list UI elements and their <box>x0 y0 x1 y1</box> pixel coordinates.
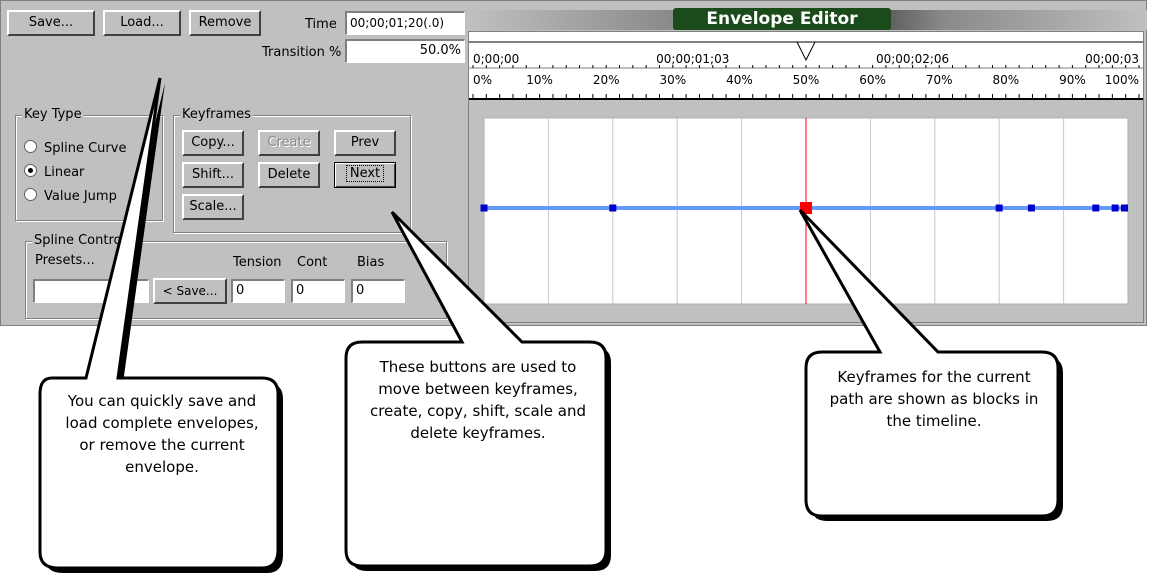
presets-field[interactable] <box>33 279 149 303</box>
percent-tick-label: 10% <box>526 73 553 87</box>
envelope-editor-panel: Envelope Editor Save... Load... Remove T… <box>0 0 1147 326</box>
next-button[interactable]: Next <box>334 162 396 188</box>
percent-tick-label: 60% <box>859 73 886 87</box>
timeline-svg[interactable]: 0;00;00 00;00;01;03 00;00;02;06 00;00;03 0%… <box>469 32 1143 322</box>
radio-value-jump[interactable]: Value Jump <box>24 188 117 204</box>
callout-keyframes-text: Keyframes for the current path are shown… <box>829 368 1039 430</box>
radio-spline-curve[interactable]: Spline Curve <box>24 140 126 156</box>
percent-tick-label: 30% <box>659 73 686 87</box>
shift-button[interactable]: Shift... <box>182 162 244 188</box>
delete-button[interactable]: Delete <box>258 162 320 188</box>
presets-label: Presets... <box>35 253 95 268</box>
radio-linear[interactable]: Linear <box>24 164 84 180</box>
key-type-group: Key Type Spline Curve Linear Value Jump <box>15 107 163 221</box>
time-tick-label: 0;00;00 <box>473 52 519 66</box>
remove-button[interactable]: Remove <box>189 10 261 36</box>
keyframe-block <box>480 204 488 212</box>
keyframe-block <box>1027 204 1035 212</box>
window-title: Envelope Editor <box>673 8 891 30</box>
percent-tick-label: 50% <box>793 73 820 87</box>
selected-keyframe-block <box>800 202 812 214</box>
percent-tick-label: 40% <box>726 73 753 87</box>
tension-label: Tension <box>233 255 282 270</box>
spline-controls-legend: Spline Controls <box>32 233 134 248</box>
keyframe-block <box>1121 204 1128 212</box>
keyframe-block <box>1092 204 1100 212</box>
radio-label: Linear <box>44 165 85 180</box>
callout-save-load-text: You can quickly save and load complete e… <box>65 392 259 476</box>
percent-tick-label: 80% <box>992 73 1019 87</box>
radio-label: Spline Curve <box>44 141 127 156</box>
transition-field[interactable]: 50.0% <box>345 39 465 63</box>
keyframes-group: Keyframes Copy... Create Prev Shift... D… <box>173 107 411 233</box>
bias-label: Bias <box>357 255 385 270</box>
callout-buttons-text: These buttons are used to move between k… <box>369 358 587 442</box>
next-button-label: Next <box>345 165 385 182</box>
cont-label: Cont <box>297 255 328 270</box>
percent-tick-label: 0% <box>473 73 492 87</box>
scale-button[interactable]: Scale... <box>182 194 244 220</box>
key-type-legend: Key Type <box>22 107 84 122</box>
time-tick-label: 00;00;01;03 <box>656 52 729 66</box>
percent-tick-label: 90% <box>1059 73 1086 87</box>
percent-tick-label: 100% <box>1105 73 1139 87</box>
timeline-panel: 0;00;00 00;00;01;03 00;00;02;06 00;00;03 0%… <box>468 31 1144 323</box>
keyframe-block <box>609 204 617 212</box>
cont-field[interactable]: 0 <box>291 279 345 303</box>
percent-tick-label: 70% <box>926 73 953 87</box>
spline-save-button[interactable]: < Save... <box>153 278 227 304</box>
time-label: Time <box>305 17 337 32</box>
save-button[interactable]: Save... <box>7 10 95 36</box>
tension-field[interactable]: 0 <box>231 279 285 303</box>
percent-tick-label: 20% <box>593 73 620 87</box>
time-tick-label: 00;00;03 <box>1085 52 1139 66</box>
prev-button[interactable]: Prev <box>334 130 396 156</box>
transition-label: Transition % <box>262 45 342 60</box>
radio-label: Value Jump <box>44 189 117 204</box>
load-button[interactable]: Load... <box>103 10 181 36</box>
radio-dot-icon <box>24 140 37 153</box>
keyframe-block <box>995 204 1003 212</box>
keyframes-legend: Keyframes <box>180 107 253 122</box>
radio-selected-icon <box>24 164 37 177</box>
keyframe-block <box>1111 204 1119 212</box>
create-button[interactable]: Create <box>258 130 320 156</box>
copy-button[interactable]: Copy... <box>182 130 244 156</box>
radio-dot-icon <box>24 188 37 201</box>
bias-field[interactable]: 0 <box>351 279 405 303</box>
time-field[interactable]: 00;00;01;20(.0) <box>345 11 465 35</box>
time-tick-label: 00;00;02;06 <box>876 52 949 66</box>
